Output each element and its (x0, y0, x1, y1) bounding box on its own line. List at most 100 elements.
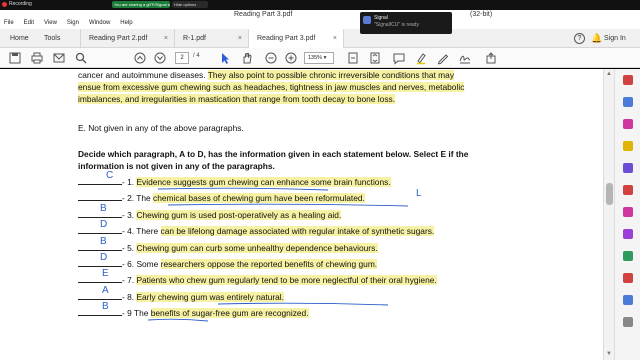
question-row: - 9 The benefits of sugar-free gum are r… (78, 301, 558, 322)
comment-icon[interactable] (392, 51, 406, 65)
answer-blank[interactable] (78, 307, 122, 317)
help-icon[interactable]: ? (574, 33, 585, 44)
scroll-up-icon[interactable]: ▲ (606, 71, 612, 77)
instruction-line-2: information is not given in any of the p… (78, 161, 275, 171)
highlight-icon[interactable] (414, 51, 428, 65)
close-icon[interactable]: × (238, 29, 242, 48)
menu-view[interactable]: View (44, 20, 57, 29)
search-icon[interactable] (74, 51, 88, 65)
answer-blank[interactable] (78, 274, 122, 284)
ink-underline (147, 318, 209, 322)
mail-icon[interactable] (52, 51, 66, 65)
handwritten-answer: D (100, 219, 108, 231)
handwritten-answer: E (102, 268, 109, 280)
handwritten-answer: B (102, 301, 109, 313)
bell-icon[interactable]: 🔔 (591, 33, 602, 44)
zoom-in-icon[interactable] (284, 51, 298, 65)
hide-options-button[interactable]: Hide options (172, 1, 208, 8)
handwritten-answer: B (100, 202, 107, 214)
scroll-down-icon[interactable]: ▼ (606, 351, 612, 357)
menu-sign[interactable]: Sign (67, 20, 79, 29)
export-pdf-icon[interactable] (623, 75, 633, 85)
handwritten-answer: A (102, 284, 109, 296)
menu-help[interactable]: Help (120, 20, 132, 29)
question-row: - 8. Early chewing gum was entirely natu… (78, 285, 558, 306)
share-icon[interactable] (484, 51, 498, 65)
menu-file[interactable]: File (4, 20, 14, 29)
save-icon[interactable] (8, 51, 22, 65)
combine-files-icon[interactable] (623, 185, 633, 195)
tab-label: Reading Part 2.pdf (89, 35, 148, 42)
question-number: - 4. (122, 226, 137, 237)
hand-icon[interactable] (240, 51, 254, 65)
menu-edit[interactable]: Edit (24, 20, 34, 29)
record-dot-icon (2, 1, 7, 7)
more-tools-icon[interactable] (623, 295, 633, 305)
protect-icon[interactable] (623, 251, 633, 261)
send-for-review-icon[interactable] (623, 229, 633, 239)
handwritten-answer: C (106, 170, 114, 181)
document-view[interactable]: cancer and autoimmune diseases. They als… (0, 69, 603, 360)
signature-icon[interactable] (458, 51, 472, 65)
tools-side-panel (614, 69, 640, 360)
close-icon[interactable]: × (333, 29, 337, 48)
print-icon[interactable] (30, 51, 44, 65)
settings-icon[interactable] (623, 317, 633, 327)
answer-blank[interactable] (78, 192, 122, 202)
answer-blank[interactable] (78, 176, 122, 185)
fit-page-icon[interactable] (346, 51, 360, 65)
share-notice: You are sharing a glTF/Signal screen (112, 1, 170, 8)
question-row: - 2. The chemical bases of chewing gum h… (78, 188, 558, 207)
question-number: - 3. (122, 209, 137, 220)
notification-toast[interactable]: Signal "SignalICU" is ready (360, 12, 452, 34)
toolbar: 2 / 4 135% ▾ (0, 48, 640, 68)
organize-pages-icon[interactable] (623, 163, 633, 173)
fill-sign-icon[interactable] (623, 207, 633, 217)
scroll-icon[interactable] (368, 51, 382, 65)
zoom-select[interactable]: 135% ▾ (304, 52, 334, 64)
intro-line-3: imbalances, and irregularities in mastic… (78, 93, 570, 105)
tab-reading-part-2[interactable]: Reading Part 2.pdf × (80, 29, 174, 48)
question-number: - 1. (122, 177, 137, 187)
zoom-value: 135% (308, 55, 323, 61)
answer-blank[interactable] (78, 291, 122, 300)
highlighted-text: can be lifelong damage associated with r… (160, 226, 435, 237)
tab-label: Reading Part 3.pdf (257, 35, 316, 42)
text-run: There (136, 226, 161, 237)
highlighted-text: Chewing gum is used post-operatively as … (136, 209, 342, 220)
highlighted-text: imbalances, and irregularities in mastic… (78, 94, 396, 104)
handwritten-answer: B (100, 235, 107, 247)
recording-indicator[interactable]: Recording (2, 1, 32, 7)
page-number-input[interactable]: 2 (175, 52, 189, 64)
comment-tool-icon[interactable] (623, 141, 633, 151)
tab-tools[interactable]: Tools (36, 29, 74, 48)
notification-message: "SignalICU" is ready (374, 22, 419, 28)
title-bar: Reading Part 3.pdf (32-bit) Signal "Sign… (0, 10, 640, 34)
page-total: / 4 (193, 53, 200, 59)
question-row: - 5. Chewing gum can curb some unhealthy… (78, 236, 558, 254)
zoom-out-icon[interactable] (264, 51, 278, 65)
tab-reading-part-3[interactable]: Reading Part 3.pdf × (248, 29, 344, 48)
select-cursor-icon[interactable] (218, 51, 232, 65)
sign-in-link[interactable]: Sign In (604, 29, 626, 48)
tab-r-1[interactable]: R-1.pdf × (174, 29, 248, 48)
question-number: - 2. (122, 193, 137, 204)
text-run: Some (136, 259, 161, 269)
edit-pdf-icon[interactable] (623, 119, 633, 129)
close-icon[interactable]: × (164, 29, 168, 48)
create-pdf-icon[interactable] (623, 97, 633, 107)
ink-underline (157, 187, 329, 191)
signal-app-icon (363, 16, 371, 24)
question-row: - 4. There can be lifelong damage associ… (78, 219, 558, 237)
page-down-icon[interactable] (153, 51, 167, 65)
question-row: - 6. Some researchers oppose the reporte… (78, 252, 558, 270)
question-number: - 8. (122, 291, 137, 302)
scroll-thumb[interactable] (606, 183, 613, 205)
draw-icon[interactable] (436, 51, 450, 65)
instruction-line-1: Decide which paragraph, A to D, has the … (78, 149, 469, 159)
page-up-icon[interactable] (133, 51, 147, 65)
vertical-scrollbar[interactable]: ▲ ▼ (603, 69, 614, 360)
tab-home[interactable]: Home (2, 29, 36, 48)
compress-pdf-icon[interactable] (623, 273, 633, 283)
menu-window[interactable]: Window (89, 20, 110, 29)
